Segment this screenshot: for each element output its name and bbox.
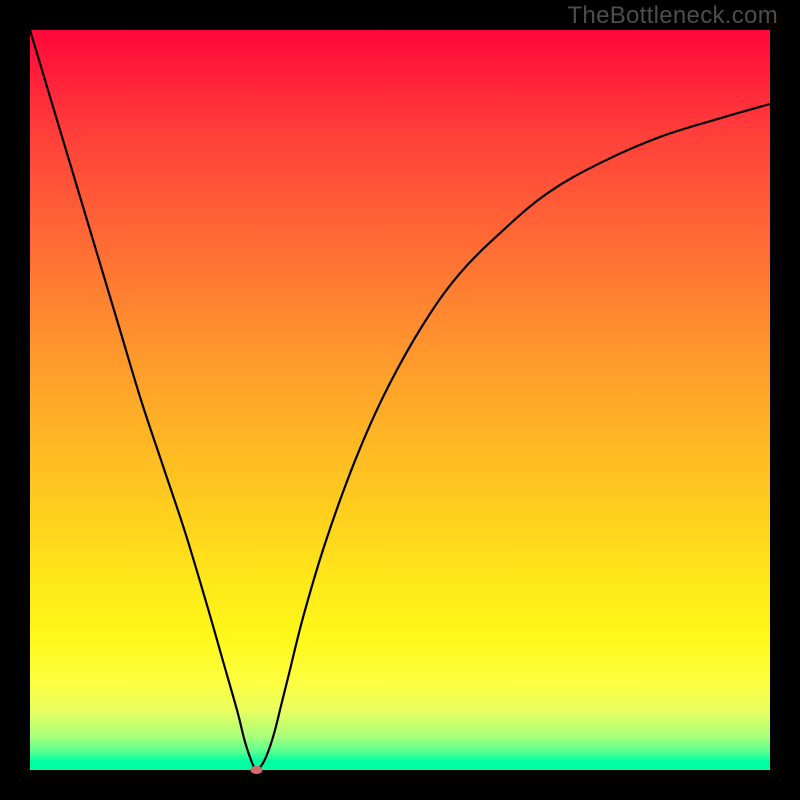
- curve-svg: [30, 30, 770, 770]
- chart-frame: TheBottleneck.com: [0, 0, 800, 800]
- watermark-text: TheBottleneck.com: [567, 2, 778, 30]
- minimum-marker: [250, 766, 262, 774]
- plot-area: [30, 30, 770, 770]
- bottleneck-curve: [30, 30, 770, 770]
